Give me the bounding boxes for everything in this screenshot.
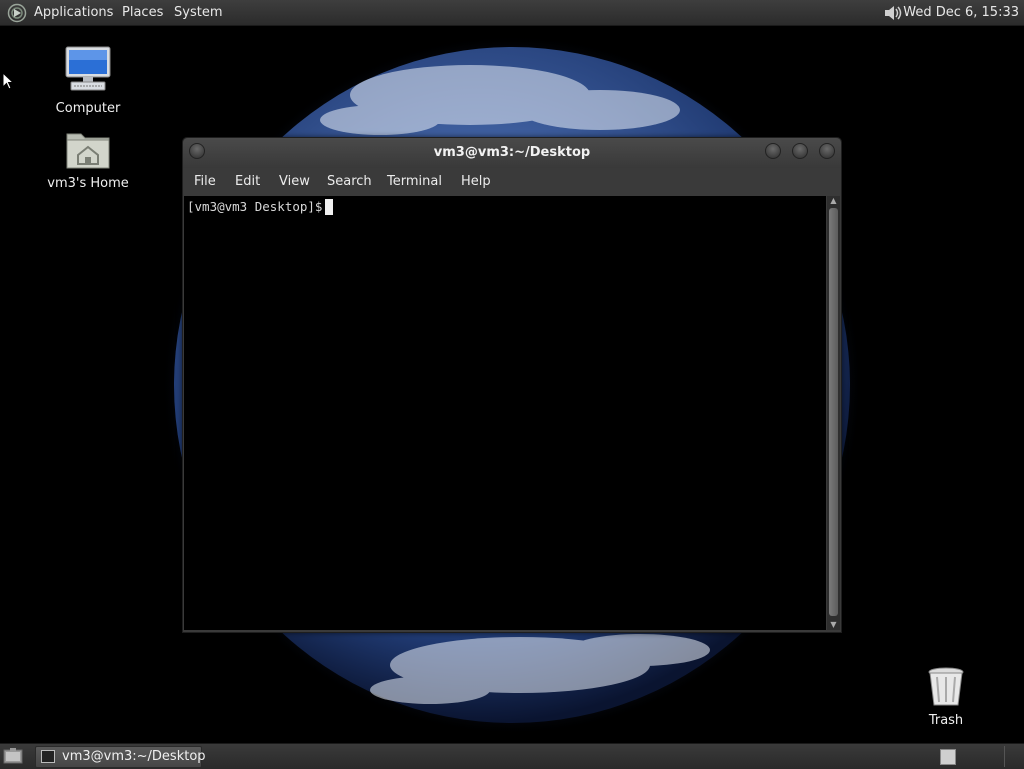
- text-cursor: [325, 199, 334, 215]
- desktop-icon-computer[interactable]: Computer: [38, 45, 138, 116]
- taskbar-item-label: vm3@vm3:~/Desktop: [62, 749, 206, 764]
- menu-help[interactable]: Help: [461, 168, 491, 196]
- menu-edit[interactable]: Edit: [235, 168, 260, 196]
- bottom-panel: vm3@vm3:~/Desktop: [0, 743, 1024, 769]
- desktop-icon-home[interactable]: vm3's Home: [38, 128, 138, 191]
- close-button[interactable]: [819, 143, 835, 159]
- desktop-icon-trash[interactable]: Trash: [896, 665, 996, 728]
- menu-search[interactable]: Search: [327, 168, 372, 196]
- window-titlebar[interactable]: vm3@vm3:~/Desktop: [183, 138, 841, 168]
- desktop-icon-label: Computer: [55, 101, 121, 116]
- scrollbar-thumb[interactable]: [829, 208, 838, 616]
- workspace-switcher-1[interactable]: [940, 749, 956, 765]
- terminal-output[interactable]: [vm3@vm3 Desktop]$: [184, 196, 826, 630]
- trash-icon: [928, 667, 964, 706]
- top-panel: Applications Places System Wed Dec 6, 15…: [0, 0, 1024, 26]
- terminal-icon: [41, 750, 55, 763]
- window-title: vm3@vm3:~/Desktop: [433, 145, 591, 160]
- clock[interactable]: Wed Dec 6, 15:33: [903, 0, 1019, 25]
- terminal-menubar: File Edit View Search Terminal Help: [183, 168, 841, 196]
- menu-terminal[interactable]: Terminal: [387, 168, 442, 196]
- menu-system[interactable]: System: [174, 0, 222, 25]
- vertical-scrollbar[interactable]: ▲ ▼: [827, 196, 840, 630]
- mouse-pointer-icon: [2, 72, 14, 90]
- minimize-button[interactable]: [765, 143, 781, 159]
- scroll-down-arrow-icon[interactable]: ▼: [827, 620, 840, 630]
- volume-icon[interactable]: [882, 3, 904, 23]
- taskbar-item-terminal[interactable]: vm3@vm3:~/Desktop: [35, 746, 206, 768]
- panel-divider: [1004, 746, 1005, 767]
- desktop-icon-label: vm3's Home: [47, 176, 129, 191]
- menu-file[interactable]: File: [194, 168, 216, 196]
- distro-logo-icon[interactable]: [7, 3, 27, 23]
- shell-prompt: [vm3@vm3 Desktop]$: [187, 199, 323, 214]
- menu-view[interactable]: View: [279, 168, 310, 196]
- terminal-window[interactable]: vm3@vm3:~/Desktop File Edit View Search …: [182, 137, 842, 633]
- scroll-up-arrow-icon[interactable]: ▲: [827, 196, 840, 206]
- shell-prompt-line: [vm3@vm3 Desktop]$: [187, 199, 334, 215]
- menu-places[interactable]: Places: [122, 0, 163, 25]
- home-folder-icon: [66, 133, 110, 169]
- show-desktop-icon[interactable]: [3, 747, 23, 765]
- maximize-button[interactable]: [792, 143, 808, 159]
- menu-applications[interactable]: Applications: [34, 0, 113, 25]
- computer-icon: [65, 46, 111, 91]
- desktop-icon-label: Trash: [928, 713, 964, 728]
